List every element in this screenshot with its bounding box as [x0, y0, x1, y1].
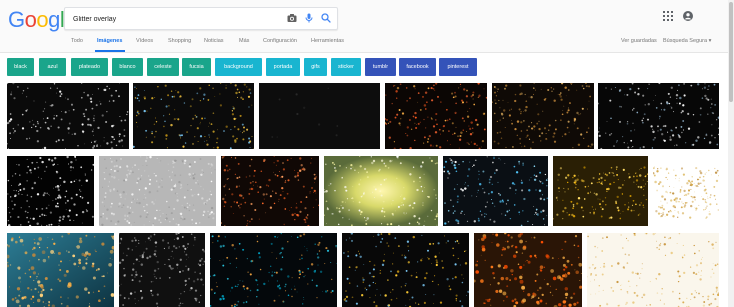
camera-icon[interactable] [286, 12, 298, 24]
thumbnail-texture [133, 83, 254, 149]
image-result[interactable] [587, 233, 719, 307]
thumbnail-texture [7, 156, 94, 226]
chip-facebook[interactable]: facebook [399, 58, 436, 76]
thumbnail-texture [343, 233, 469, 307]
image-result[interactable] [259, 83, 380, 149]
search-input[interactable] [71, 10, 275, 28]
chip-portada[interactable]: portada [266, 58, 300, 76]
safe-search-dropdown[interactable]: Búsqueda Segura ▾ [663, 38, 711, 44]
search-icon[interactable] [320, 12, 332, 24]
tab-tools[interactable]: Herramientas [311, 38, 344, 44]
image-result[interactable] [342, 233, 469, 307]
image-result[interactable] [7, 83, 129, 149]
thumbnail-texture [587, 233, 719, 307]
image-result[interactable] [7, 156, 94, 226]
image-result[interactable] [474, 233, 582, 307]
thumbnail-texture [221, 156, 319, 226]
image-result[interactable] [7, 233, 114, 307]
thumbnail-texture [492, 83, 594, 149]
logo-letter: G [8, 7, 25, 32]
image-result[interactable] [324, 156, 438, 226]
top-bar: Google Todo Imágenes [0, 0, 734, 53]
chip-background[interactable]: background [215, 58, 262, 76]
tab-videos[interactable]: Vídeos [136, 38, 153, 44]
chip-fucsia[interactable]: fucsia [182, 58, 211, 76]
chip-blanco[interactable]: blanco [112, 58, 143, 76]
thumbnail-texture [271, 87, 339, 138]
tab-images[interactable]: Imágenes [97, 38, 122, 44]
image-result[interactable] [653, 156, 719, 226]
image-result[interactable] [492, 83, 594, 149]
image-result[interactable] [210, 233, 337, 307]
scrollbar-thumb[interactable] [729, 2, 733, 102]
tab-more[interactable]: Más [239, 38, 249, 44]
chip-gifs[interactable]: gifs [304, 58, 327, 76]
chip-pinterest[interactable]: pinterest [439, 58, 477, 76]
image-result[interactable] [221, 156, 319, 226]
tab-news[interactable]: Noticias [204, 38, 224, 44]
chip-tumblr[interactable]: tumblr [365, 58, 396, 76]
apps-grid-icon[interactable] [663, 11, 673, 21]
account-icon[interactable] [683, 11, 693, 21]
thumbnail-texture [385, 83, 487, 149]
tab-settings[interactable]: Configuración [263, 38, 297, 44]
thumbnail-texture [7, 83, 129, 149]
chip-plateado[interactable]: plateado [71, 58, 108, 76]
image-result[interactable] [385, 83, 487, 149]
thumbnail-texture [553, 166, 648, 220]
saved-link[interactable]: Ver guardadas [621, 38, 657, 44]
search-box[interactable] [64, 7, 338, 30]
image-result[interactable] [443, 156, 548, 226]
thumbnail-texture [443, 156, 548, 226]
logo-letter: o [36, 7, 49, 32]
image-result[interactable] [598, 83, 719, 149]
mic-icon[interactable] [303, 12, 315, 24]
thumbnail-texture [598, 83, 719, 149]
thumbnail-texture [7, 233, 114, 307]
logo-letter: g [48, 7, 60, 32]
thumbnail-texture [653, 166, 719, 219]
image-result[interactable] [99, 156, 216, 226]
chip-celeste[interactable]: celeste [147, 58, 179, 76]
thumbnail-texture [474, 233, 582, 307]
scrollbar[interactable] [728, 0, 734, 307]
logo-letter: o [24, 7, 37, 32]
chip-sticker[interactable]: sticker [331, 58, 361, 76]
chip-azul[interactable]: azul [39, 58, 66, 76]
image-result[interactable] [553, 156, 648, 226]
chip-black[interactable]: black [7, 58, 34, 76]
thumbnail-texture [99, 156, 216, 226]
tab-shopping[interactable]: Shopping [168, 38, 191, 44]
image-result[interactable] [119, 233, 205, 307]
thumbnail-texture [119, 233, 205, 307]
active-tab-indicator [95, 50, 125, 52]
thumbnail-texture [210, 233, 337, 307]
thumbnail-texture [324, 156, 438, 226]
image-result[interactable] [133, 83, 254, 149]
tab-all[interactable]: Todo [71, 38, 83, 44]
